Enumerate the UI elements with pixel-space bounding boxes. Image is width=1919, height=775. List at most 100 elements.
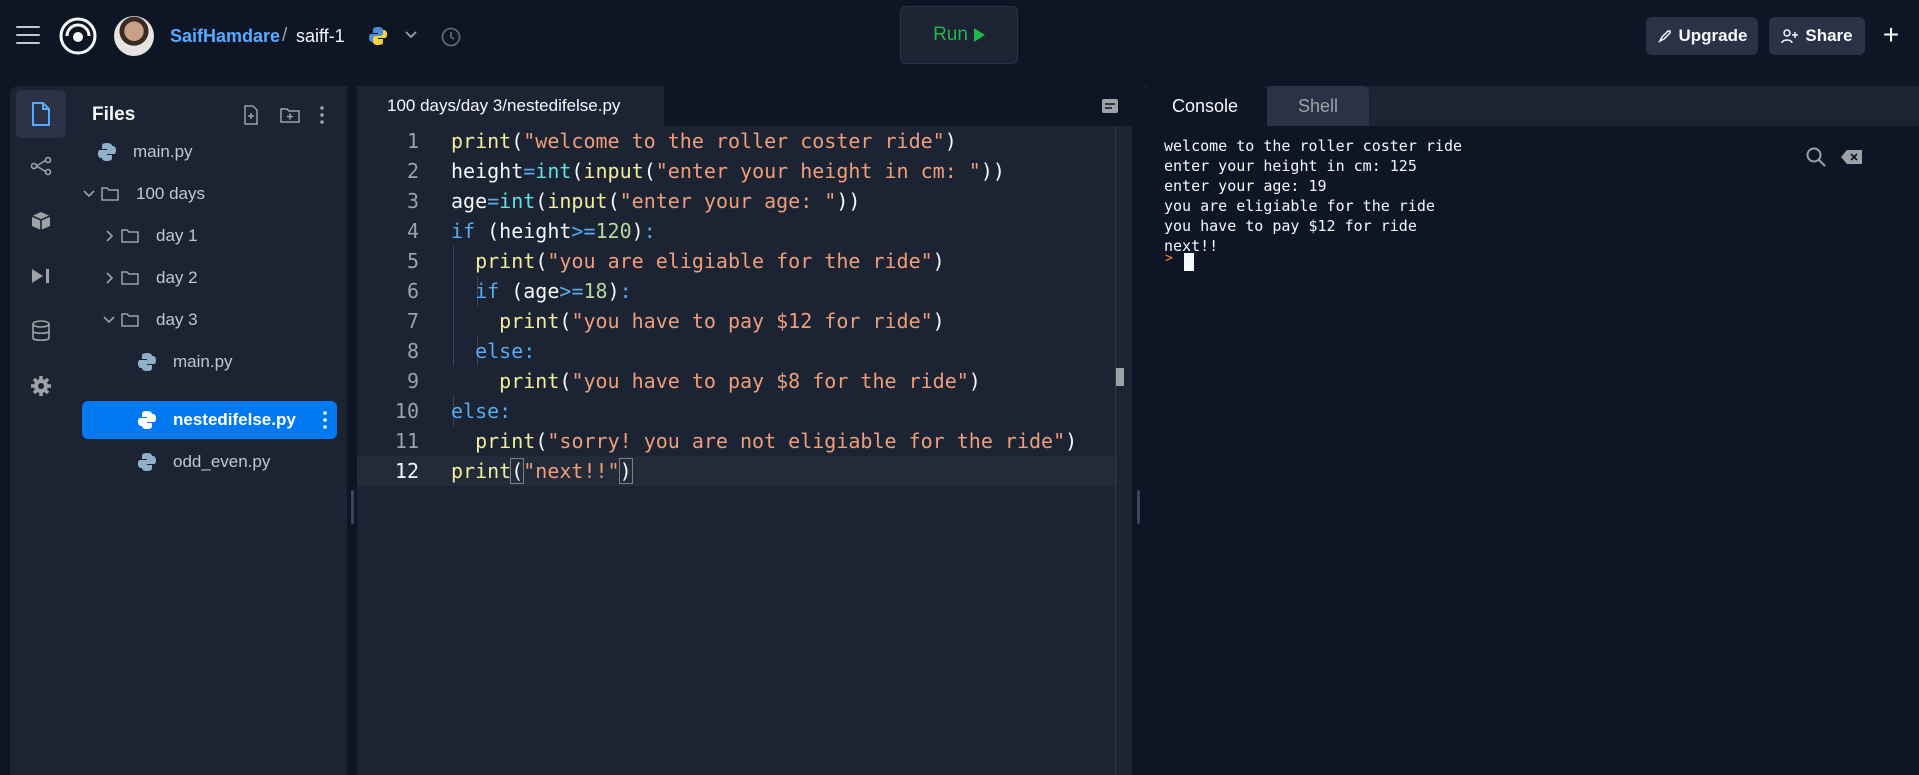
folder-tree-label: day 2 <box>156 268 198 287</box>
python-icon[interactable] <box>368 26 388 46</box>
top-bar: SaifHamdare / saiff-1 Run Upgrade Share … <box>0 0 1919 72</box>
version-control-tool-button[interactable] <box>16 142 66 190</box>
line-number: 3 <box>406 189 419 213</box>
add-person-icon <box>1781 29 1799 44</box>
clear-console-icon[interactable] <box>1840 148 1864 166</box>
editor-scroll-thumb[interactable] <box>1116 368 1124 386</box>
panel-resize-handle[interactable] <box>1137 490 1140 524</box>
line-number: 1 <box>406 129 419 153</box>
python-file-icon <box>138 353 156 371</box>
breadcrumb-user[interactable]: SaifHamdare <box>170 26 280 47</box>
file-tree-label: main.py <box>133 142 193 161</box>
folder-tree-item[interactable]: 100 days <box>82 175 337 213</box>
folder-tree-item[interactable]: day 2 <box>82 259 337 297</box>
code-line: 2 height=int(input("enter your height in … <box>357 156 1117 186</box>
editor-tab[interactable]: 100 days/day 3/nestedifelse.py <box>357 86 664 126</box>
search-icon[interactable] <box>1805 146 1827 168</box>
editor-tab-label: 100 days/day 3/nestedifelse.py <box>357 86 664 126</box>
folder-icon <box>121 313 139 327</box>
code-line: 1 print("welcome to the roller coster rid… <box>357 126 1117 156</box>
editor-settings-icon[interactable] <box>1100 96 1120 116</box>
file-tree-item[interactable]: odd_even.py <box>82 443 337 481</box>
file-tree-label: odd_even.py <box>173 452 271 471</box>
line-number: 9 <box>406 369 419 393</box>
tab-shell[interactable]: Shell <box>1267 86 1369 126</box>
chevron-down-icon[interactable] <box>404 28 418 42</box>
code-line: 9 print("you have to pay $8 for the ride… <box>357 366 1117 396</box>
avatar[interactable] <box>114 16 154 56</box>
packages-tool-button[interactable] <box>16 197 66 245</box>
file-tree-item[interactable]: main.py <box>82 343 337 381</box>
breadcrumb-separator: / <box>282 25 288 46</box>
new-tab-button[interactable]: + <box>1875 20 1907 52</box>
more-options-icon[interactable] <box>311 104 333 126</box>
step-forward-icon <box>32 269 49 283</box>
menu-icon[interactable] <box>16 26 40 44</box>
folder-tree-label: day 1 <box>156 226 198 245</box>
code-editor[interactable]: 1 print("welcome to the roller coster rid… <box>357 126 1132 775</box>
console-line: you are eligiable for the ride <box>1164 197 1435 215</box>
chevron-right-icon[interactable] <box>102 271 116 285</box>
rocket-icon <box>1657 30 1671 43</box>
code-line: 3 age=int(input("enter your age: ")) <box>357 186 1117 216</box>
file-icon <box>32 102 50 126</box>
new-file-icon[interactable] <box>240 104 262 126</box>
file-options-icon[interactable] <box>323 411 327 429</box>
breadcrumb-repl-name[interactable]: saiff-1 <box>296 26 345 47</box>
code-line-current: 12 print("next!!") <box>357 456 1117 486</box>
console-line: welcome to the roller coster ride <box>1164 137 1463 155</box>
folder-tree-label: 100 days <box>136 184 205 203</box>
settings-tool-button[interactable] <box>16 362 66 410</box>
git-branch-icon <box>30 156 52 176</box>
tab-console[interactable]: Console <box>1143 86 1267 126</box>
folder-tree-item[interactable]: day 3 <box>82 301 337 339</box>
code-line: 7 print("you have to pay $12 for ride") <box>357 306 1117 336</box>
run-button[interactable]: Run <box>900 6 1018 64</box>
line-number: 10 <box>394 399 419 423</box>
line-number: 12 <box>394 459 419 483</box>
chevron-down-icon[interactable] <box>82 187 96 201</box>
code-line: 11 print("sorry! you are not eligiable f… <box>357 426 1117 456</box>
share-label: Share <box>1805 26 1853 45</box>
package-icon <box>31 212 51 230</box>
editor-tab-bar <box>664 86 1132 126</box>
debugger-tool-button[interactable] <box>16 252 66 300</box>
share-button[interactable]: Share <box>1769 17 1865 55</box>
chevron-right-icon[interactable] <box>102 229 116 243</box>
console-line: enter your height in cm: 125 <box>1164 157 1417 175</box>
file-tree-item[interactable]: main.py <box>82 133 337 171</box>
files-panel: Files main.py 100 days day 1 day 2 day 3… <box>72 86 347 775</box>
file-tree-item-selected[interactable]: nestedifelse.py <box>82 401 337 439</box>
console-cursor[interactable] <box>1184 253 1194 271</box>
python-file-icon <box>138 411 156 429</box>
database-icon <box>32 320 50 342</box>
console-pane: Console Shell welcome to the roller cost… <box>1143 86 1919 775</box>
panel-resize-handle[interactable] <box>351 490 354 524</box>
python-file-icon <box>98 143 116 161</box>
code-line: 10 else: <box>357 396 1117 426</box>
code-line: 6 if (age>=18): <box>357 276 1117 306</box>
code-line: 5 print("you are eligiable for the ride"… <box>357 246 1117 276</box>
line-number: 5 <box>406 249 419 273</box>
console-tab-bar: Console Shell <box>1143 86 1919 126</box>
upgrade-button[interactable]: Upgrade <box>1646 17 1758 55</box>
folder-icon <box>121 229 139 243</box>
upgrade-label: Upgrade <box>1678 26 1748 45</box>
line-number: 8 <box>406 339 419 363</box>
editor-scrollbar[interactable] <box>1115 126 1128 775</box>
tools-rail <box>10 86 72 775</box>
chevron-down-icon[interactable] <box>102 313 116 327</box>
line-number: 7 <box>406 309 419 333</box>
file-tree-label: nestedifelse.py <box>173 410 296 429</box>
code-line: 8 else: <box>357 336 1117 366</box>
history-icon[interactable] <box>440 26 462 48</box>
folder-icon <box>101 187 119 201</box>
files-tool-button[interactable] <box>16 90 66 138</box>
console-line: you have to pay $12 for ride <box>1164 217 1417 235</box>
folder-icon <box>121 271 139 285</box>
folder-tree-item[interactable]: day 1 <box>82 217 337 255</box>
console-output[interactable]: welcome to the roller coster ride enter … <box>1143 126 1919 775</box>
new-folder-icon[interactable] <box>279 104 301 126</box>
database-tool-button[interactable] <box>16 307 66 355</box>
replit-logo-icon[interactable] <box>58 16 98 56</box>
